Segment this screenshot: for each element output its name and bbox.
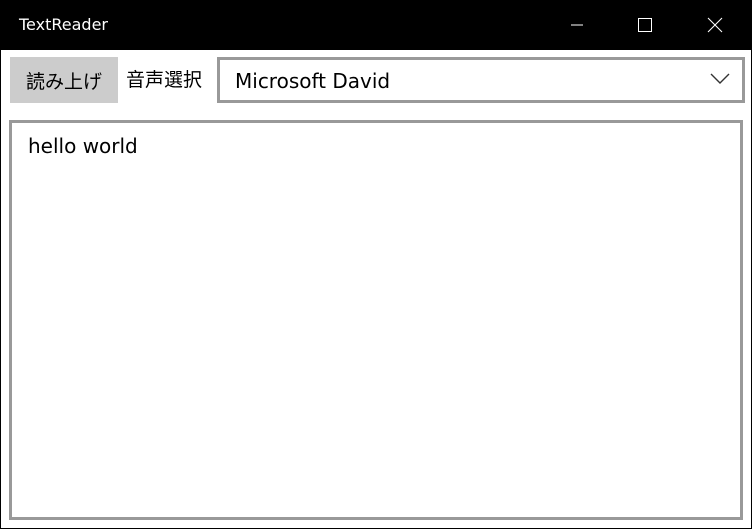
maximize-button[interactable] xyxy=(622,0,668,50)
close-icon xyxy=(707,17,723,33)
read-aloud-button[interactable]: 読み上げ xyxy=(10,57,118,103)
client-area: 読み上げ 音声選択 Microsoft David hello world xyxy=(1,50,751,528)
voice-select-dropdown[interactable]: Microsoft David xyxy=(217,57,745,103)
minimize-button[interactable] xyxy=(554,0,600,50)
chevron-down-icon xyxy=(710,71,730,87)
text-content: hello world xyxy=(28,134,138,158)
maximize-icon xyxy=(638,18,652,32)
minimize-icon xyxy=(571,24,583,26)
close-button[interactable] xyxy=(692,0,738,50)
window-title: TextReader xyxy=(19,15,108,34)
text-input-area[interactable]: hello world xyxy=(9,120,743,520)
voice-selected-value: Microsoft David xyxy=(235,69,391,93)
title-bar[interactable]: TextReader xyxy=(0,0,752,50)
voice-select-label: 音声選択 xyxy=(126,69,203,91)
app-window: TextReader 読み上げ 音声選択 Microsoft David hel… xyxy=(0,0,752,529)
